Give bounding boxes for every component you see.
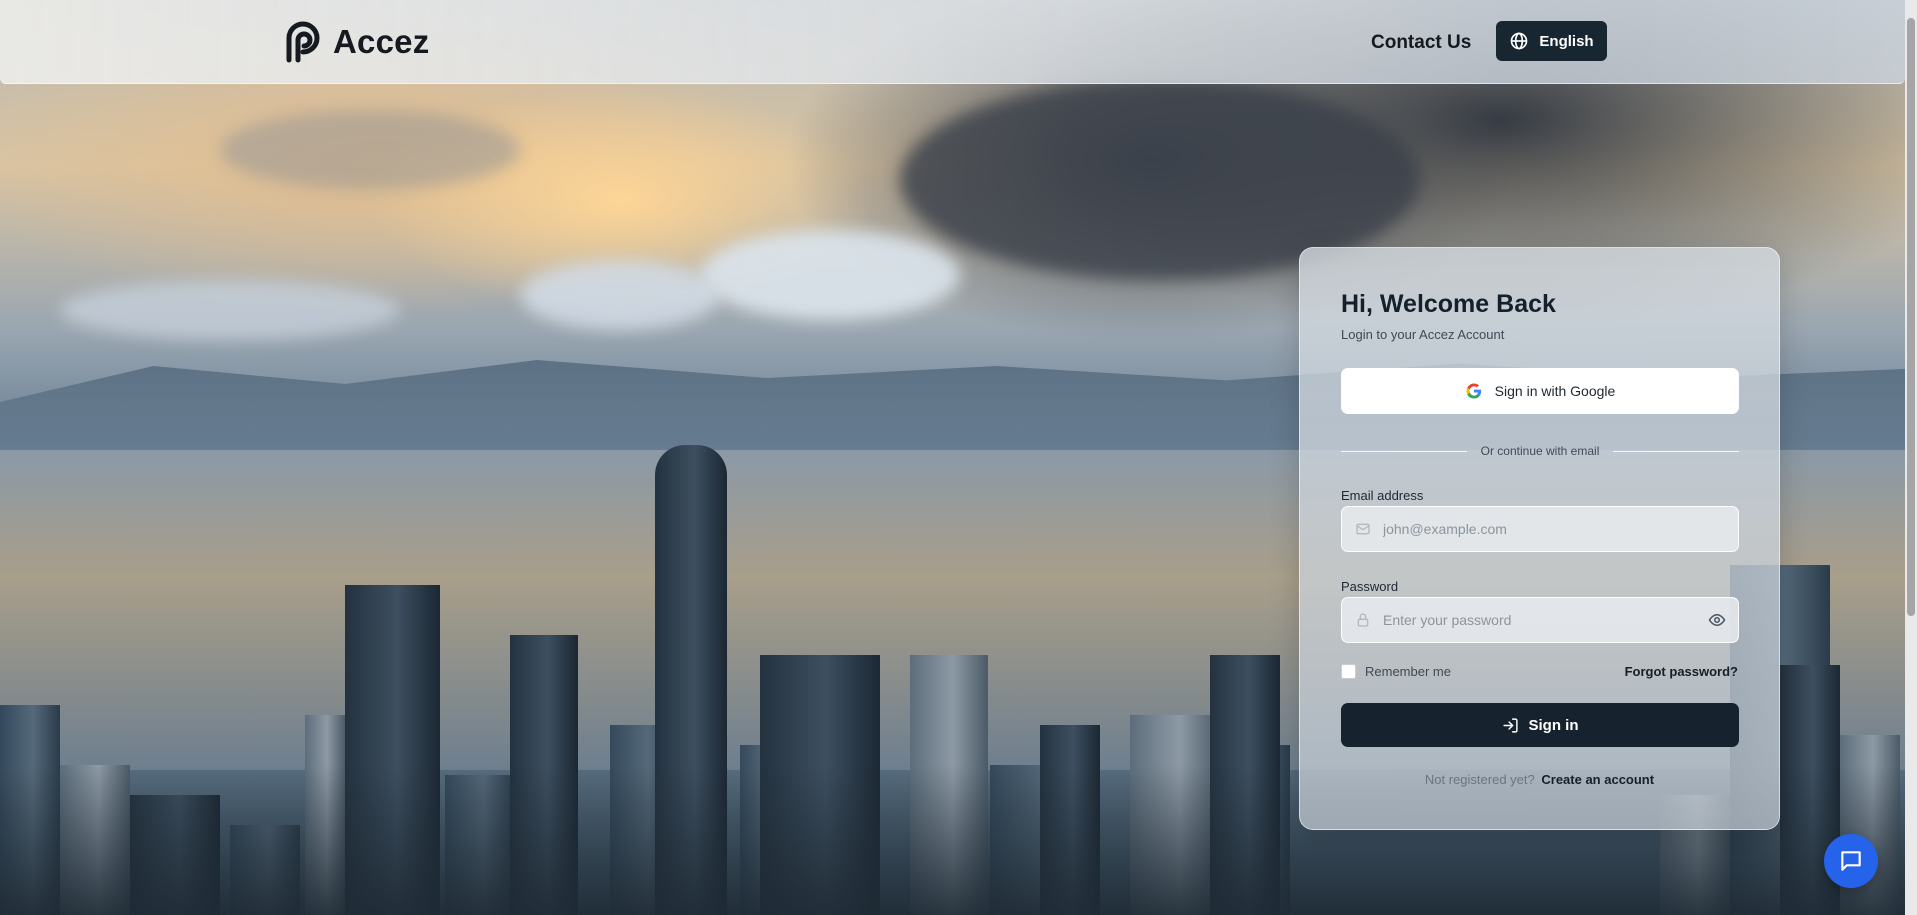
create-account-link[interactable]: Create an account — [1541, 772, 1654, 787]
email-field[interactable] — [1341, 506, 1739, 552]
mail-icon — [1356, 523, 1370, 535]
google-icon — [1466, 383, 1481, 399]
divider-text: Or continue with email — [1480, 444, 1600, 458]
google-sign-in-button[interactable]: Sign in with Google — [1341, 368, 1739, 414]
email-divider: Or continue with email — [1341, 444, 1739, 458]
email-label: Email address — [1341, 488, 1424, 503]
top-navbar: Accez Contact Us English — [0, 0, 1905, 84]
contact-us-link[interactable]: Contact Us — [1371, 32, 1471, 54]
sign-in-label: Sign in — [1528, 716, 1579, 734]
remember-me-checkbox[interactable]: Remember me — [1341, 664, 1451, 679]
remember-me-label: Remember me — [1365, 664, 1451, 679]
login-card: Hi, Welcome Back Login to your Accez Acc… — [1299, 247, 1780, 830]
password-input[interactable] — [1383, 612, 1708, 628]
forgot-password-link[interactable]: Forgot password? — [1625, 664, 1738, 679]
register-prompt: Not registered yet? Create an account — [1300, 772, 1779, 787]
accez-logo-icon — [286, 21, 320, 63]
password-label: Password — [1341, 579, 1399, 594]
chat-button[interactable] — [1824, 834, 1878, 888]
checkbox-box[interactable] — [1341, 664, 1356, 679]
language-label: English — [1539, 32, 1594, 50]
language-button[interactable]: English — [1496, 21, 1607, 61]
sign-in-icon — [1502, 717, 1518, 733]
email-input[interactable] — [1383, 521, 1738, 537]
google-button-label: Sign in with Google — [1494, 383, 1616, 399]
eye-icon[interactable] — [1708, 611, 1726, 629]
password-field[interactable] — [1341, 597, 1739, 643]
chat-icon — [1841, 851, 1861, 871]
globe-icon — [1511, 32, 1528, 50]
lock-icon — [1357, 613, 1369, 627]
page-scrollbar[interactable] — [1905, 0, 1917, 915]
register-prompt-text: Not registered yet? — [1424, 772, 1535, 787]
login-title: Hi, Welcome Back — [1341, 290, 1556, 318]
brand-logo[interactable]: Accez — [281, 20, 429, 64]
scrollbar-thumb[interactable] — [1907, 18, 1915, 616]
login-subtitle: Login to your Accez Account — [1341, 327, 1505, 342]
sign-in-button[interactable]: Sign in — [1341, 703, 1739, 747]
brand-name: Accez — [333, 23, 430, 60]
